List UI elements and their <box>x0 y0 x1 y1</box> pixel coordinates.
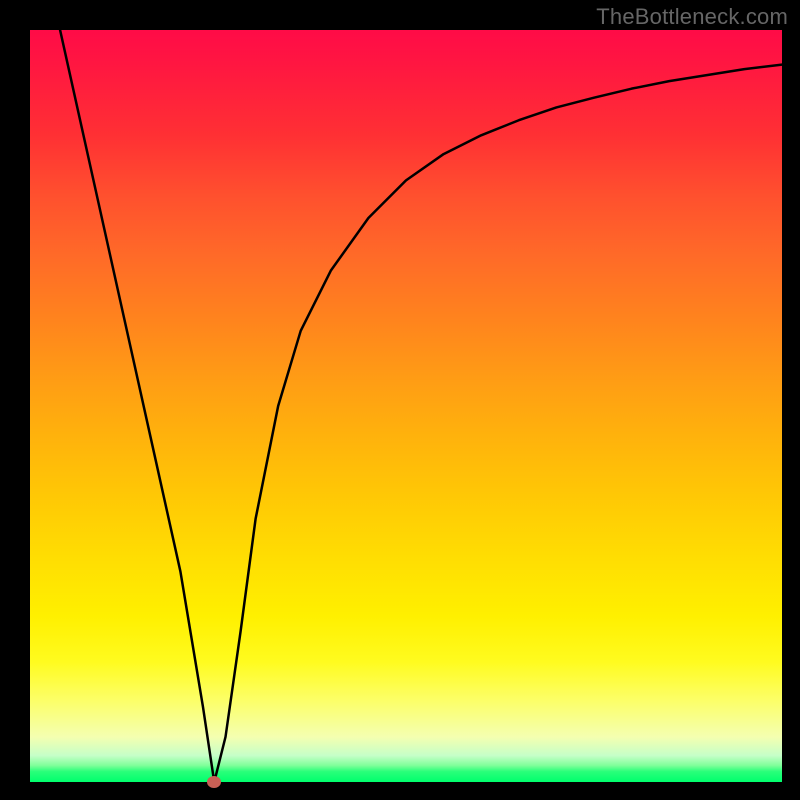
plot-area <box>30 30 782 782</box>
chart-container: TheBottleneck.com <box>0 0 800 800</box>
curve-svg <box>30 30 782 782</box>
watermark-text: TheBottleneck.com <box>596 4 788 30</box>
bottleneck-curve <box>60 30 782 782</box>
minimum-marker <box>207 776 221 788</box>
